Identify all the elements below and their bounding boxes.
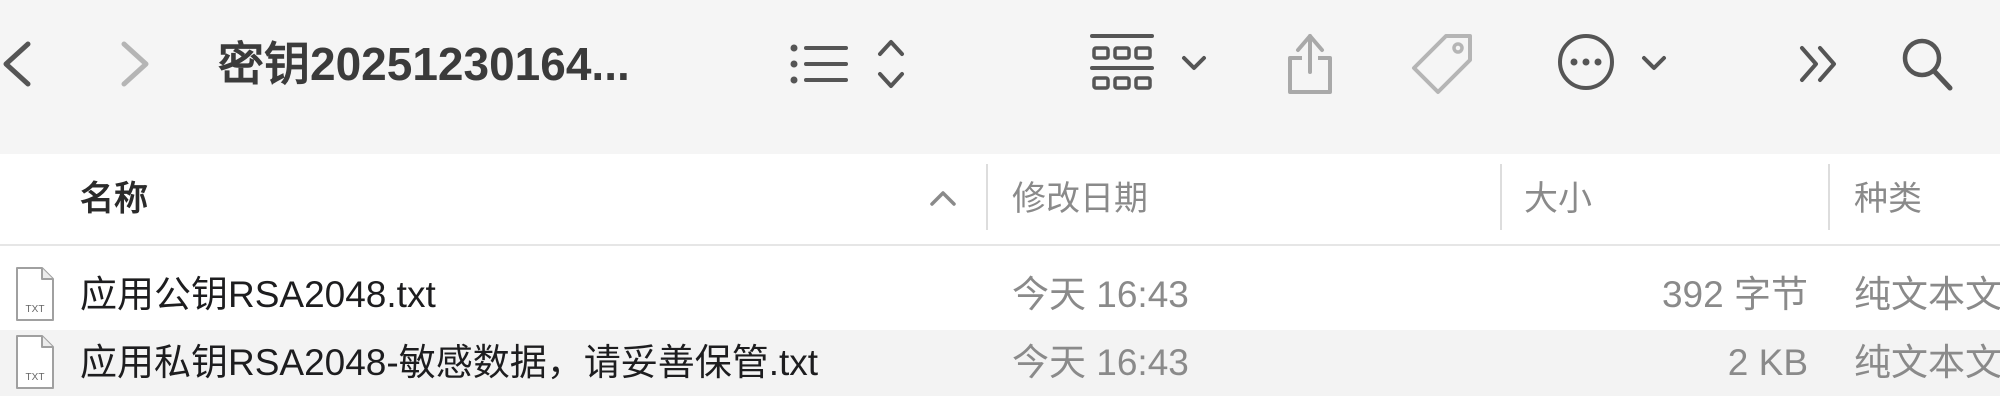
column-name-header[interactable]: 名称 <box>80 154 148 244</box>
chevron-up-icon <box>930 191 956 206</box>
share-icon <box>1288 34 1332 94</box>
chevron-right-icon <box>121 41 149 87</box>
file-name: 应用私钥RSA2048-敏感数据，请妥善保管.txt <box>80 342 819 383</box>
sort-updown-icon <box>878 40 904 88</box>
group-view-dropdown[interactable] <box>1180 48 1208 78</box>
group-view-button[interactable] <box>1090 30 1154 94</box>
more-actions-dropdown[interactable] <box>1640 48 1668 78</box>
list-view-button[interactable] <box>788 34 852 94</box>
tag-button[interactable] <box>1410 30 1476 96</box>
column-size-header[interactable]: 大小 <box>1524 154 1592 244</box>
grid-view-icon <box>1090 34 1154 90</box>
txt-file-icon: TXT <box>16 267 54 321</box>
share-button[interactable] <box>1284 28 1336 98</box>
column-separator[interactable] <box>1828 164 1830 230</box>
column-separator[interactable] <box>986 164 988 230</box>
column-separator[interactable] <box>1500 164 1502 230</box>
column-header: 名称 修改日期 大小 种类 <box>0 154 2000 246</box>
finder-window: 密钥20251230164... 名称 修改日期 大小 种类 TXT 应用公钥R… <box>0 0 2000 410</box>
chevron-left-icon <box>3 41 31 87</box>
toolbar: 密钥20251230164... <box>0 0 2000 156</box>
file-size: 2 KB <box>1727 342 1808 383</box>
file-row[interactable]: TXT 应用公钥RSA2048.txt 今天 16:43 392 字节 纯文本文… <box>0 262 2000 328</box>
file-date: 今天 16:43 <box>1012 342 1189 383</box>
search-button[interactable] <box>1898 34 1956 94</box>
file-icon-label: TXT <box>26 304 45 315</box>
txt-file-icon: TXT <box>16 335 54 389</box>
more-actions-button[interactable] <box>1556 32 1616 92</box>
chevron-down-icon <box>1642 56 1666 70</box>
file-size: 392 字节 <box>1661 274 1808 315</box>
file-kind: 纯文本文稿 <box>1854 274 2000 315</box>
chevron-down-icon <box>1182 56 1206 70</box>
file-kind: 纯文本文稿 <box>1854 342 2000 383</box>
file-name: 应用公钥RSA2048.txt <box>80 274 436 315</box>
sort-ascending-indicator[interactable] <box>928 184 958 214</box>
list-view-icon <box>790 44 848 84</box>
column-kind-header[interactable]: 种类 <box>1854 154 1922 244</box>
column-date-header[interactable]: 修改日期 <box>1012 154 1148 244</box>
search-icon <box>1902 38 1953 91</box>
sort-button[interactable] <box>874 34 908 94</box>
overflow-button[interactable] <box>1796 40 1842 88</box>
tag-icon <box>1412 34 1472 94</box>
window-title: 密钥20251230164... <box>218 38 630 90</box>
file-icon-label: TXT <box>26 372 45 383</box>
forward-button[interactable] <box>112 34 152 94</box>
double-chevron-right-icon <box>1800 46 1836 82</box>
file-date: 今天 16:43 <box>1012 274 1189 315</box>
back-button[interactable] <box>0 34 40 94</box>
more-icon <box>1558 34 1614 90</box>
file-row[interactable]: TXT 应用私钥RSA2048-敏感数据，请妥善保管.txt 今天 16:43 … <box>0 330 2000 396</box>
